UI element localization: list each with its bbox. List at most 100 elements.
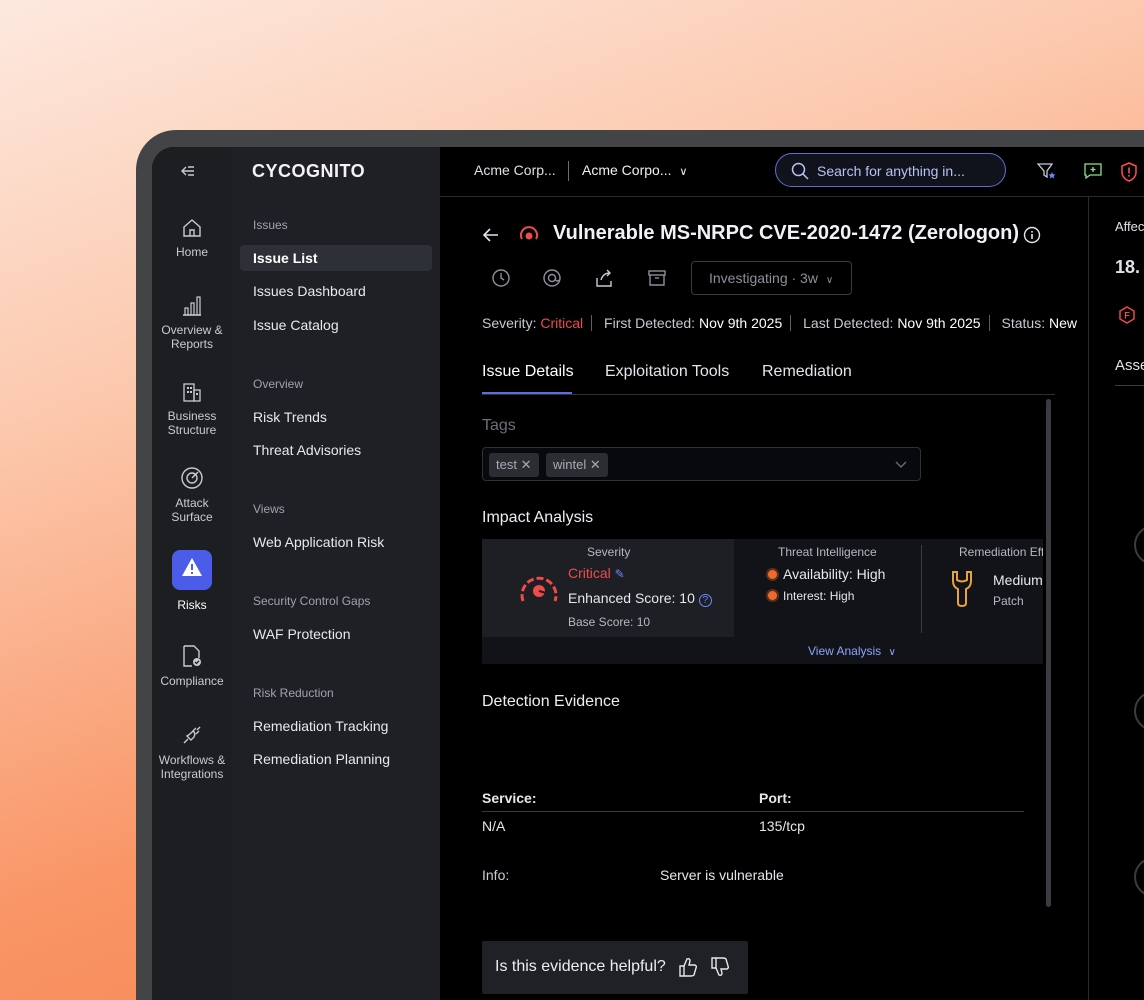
scrollbar[interactable]: [1046, 399, 1051, 907]
severity-card: Severity Critical ✎ Enhanced Score: 10 ?…: [482, 539, 734, 637]
asset-avatar[interactable]: [1134, 525, 1144, 565]
nav-item-remediation-planning[interactable]: Remediation Planning: [253, 751, 390, 767]
home-icon: [183, 219, 201, 237]
collapse-sidebar-icon[interactable]: [180, 163, 200, 179]
info-value: Server is vulnerable: [660, 867, 784, 883]
bar-chart-icon: [183, 296, 201, 316]
nav-section-security-control-gaps: Security Control Gaps: [253, 594, 371, 608]
active-tab-indicator: [482, 392, 572, 394]
close-icon[interactable]: ✕: [590, 457, 601, 472]
rail-item-overview[interactable]: Overview & Reports: [152, 295, 232, 351]
rail-item-compliance[interactable]: Compliance: [152, 644, 232, 688]
rail-label-workflows-1: Workflows &: [158, 753, 226, 767]
icon-rail: Home Overview & Reports Business Structu…: [152, 147, 232, 1000]
search-icon: [791, 162, 809, 180]
nav-item-issue-catalog[interactable]: Issue Catalog: [253, 317, 339, 333]
port-value: 135/tcp: [759, 818, 805, 834]
rail-label-risks: Risks: [177, 598, 207, 612]
info-icon[interactable]: [1023, 226, 1041, 244]
risks-badge: [172, 550, 212, 590]
nav-item-issues-dashboard[interactable]: Issues Dashboard: [253, 283, 366, 299]
rail-item-risks[interactable]: Risks: [152, 550, 232, 612]
app-window: Home Overview & Reports Business Structu…: [152, 147, 1144, 1000]
severity-label: Severity:: [482, 315, 537, 331]
back-arrow-icon[interactable]: [482, 227, 500, 243]
asset-avatar[interactable]: [1134, 691, 1144, 731]
help-icon[interactable]: ?: [698, 594, 712, 607]
rail-item-business-structure[interactable]: Business Structure: [152, 381, 232, 437]
nav-section-views: Views: [253, 502, 285, 516]
nav-item-issue-list[interactable]: Issue List: [253, 250, 318, 266]
mention-icon[interactable]: [542, 268, 562, 288]
rail-label-compliance: Compliance: [160, 674, 224, 688]
nav-item-threat-advisories[interactable]: Threat Advisories: [253, 442, 361, 458]
tags-input[interactable]: test ✕ wintel ✕: [482, 447, 921, 481]
rail-label-overview-2: Reports: [170, 337, 214, 351]
nav-item-web-application-risk[interactable]: Web Application Risk: [253, 534, 384, 550]
org-selector-secondary[interactable]: Acme Corpo... ∨: [582, 162, 687, 178]
tag-chip-label: test: [496, 457, 517, 472]
issue-title: Vulnerable MS-NRPC CVE-2020-1472 (Zerolo…: [553, 222, 1020, 244]
severity-gauge-icon: [520, 576, 558, 602]
rail-label-business-1: Business: [167, 409, 217, 423]
global-search[interactable]: Search for anything in...: [775, 153, 1006, 187]
top-bar: Acme Corp... Acme Corpo... ∨ Search for …: [440, 147, 1144, 197]
affected-ip: 18.: [1115, 257, 1141, 277]
assets-label: Asse: [1115, 357, 1144, 374]
service-value: N/A: [482, 818, 506, 834]
affected-assets-panel: Affec 18. F Asse: [1088, 197, 1144, 1000]
view-analysis-label: View Analysis: [808, 644, 882, 658]
rail-label-home: Home: [175, 245, 208, 259]
helpful-question: Is this evidence helpful?: [495, 958, 666, 975]
status-label: Status:: [1001, 315, 1046, 331]
last-detected-label: Last Detected:: [803, 315, 894, 331]
history-icon[interactable]: [491, 268, 511, 288]
tab-exploitation-tools[interactable]: Exploitation Tools: [605, 363, 729, 381]
evidence-feedback: Is this evidence helpful?: [482, 941, 748, 994]
tab-issue-details[interactable]: Issue Details: [482, 363, 574, 381]
wrench-icon: [952, 571, 972, 608]
availability-label: Availability:: [783, 566, 853, 582]
severity-card-value-text: Critical: [568, 565, 611, 581]
nav-item-remediation-tracking[interactable]: Remediation Tracking: [253, 718, 388, 734]
tag-chip[interactable]: test ✕: [489, 453, 539, 477]
org-selector-primary[interactable]: Acme Corp...: [474, 162, 556, 178]
rail-item-workflows[interactable]: Workflows & Integrations: [152, 723, 232, 781]
status-dropdown[interactable]: Investigating · 3w ∨: [691, 261, 852, 295]
grade-f-icon: F: [1119, 306, 1135, 324]
search-placeholder: Search for anything in...: [817, 163, 965, 179]
rail-label-attack-2: Surface: [171, 510, 213, 524]
feedback-icon[interactable]: [1083, 162, 1103, 180]
org-secondary-label: Acme Corpo...: [582, 162, 672, 178]
edit-icon[interactable]: ✎: [615, 567, 625, 581]
view-analysis-link[interactable]: View Analysis ∨: [808, 644, 896, 658]
info-label: Info:: [482, 867, 510, 883]
thumbs-down-icon[interactable]: [710, 956, 730, 978]
chevron-down-icon: ∨: [679, 166, 688, 178]
first-detected-value: Nov 9th 2025: [698, 315, 783, 331]
chevron-down-icon[interactable]: [894, 457, 908, 471]
chevron-down-icon: ∨: [888, 647, 896, 658]
starred-filter-icon[interactable]: [1037, 162, 1057, 180]
close-icon[interactable]: ✕: [521, 457, 532, 472]
nav-item-risk-trends[interactable]: Risk Trends: [253, 409, 327, 425]
rail-label-business-2: Structure: [167, 423, 217, 437]
archive-icon[interactable]: [647, 268, 667, 288]
thumbs-up-icon[interactable]: [678, 956, 698, 978]
rail-item-home[interactable]: Home: [152, 217, 232, 259]
status-value: New: [1048, 315, 1077, 331]
tab-remediation[interactable]: Remediation: [762, 363, 852, 381]
asset-avatar[interactable]: [1134, 857, 1144, 897]
shield-alert-icon[interactable]: [1120, 162, 1138, 182]
rail-item-attack-surface[interactable]: Attack Surface: [152, 466, 232, 524]
chevron-down-icon: ∨: [825, 275, 834, 286]
nav-section-overview: Overview: [253, 377, 304, 391]
warning-icon: [182, 558, 202, 576]
evidence-divider: [482, 811, 1024, 812]
interest-value: High: [829, 589, 855, 603]
nav-item-waf-protection[interactable]: WAF Protection: [253, 626, 351, 642]
tag-chip[interactable]: wintel ✕: [546, 453, 608, 477]
critical-severity-icon: [520, 226, 538, 240]
share-icon[interactable]: [594, 268, 614, 288]
remediation-effort-caption: Remediation Eff: [959, 545, 1043, 559]
